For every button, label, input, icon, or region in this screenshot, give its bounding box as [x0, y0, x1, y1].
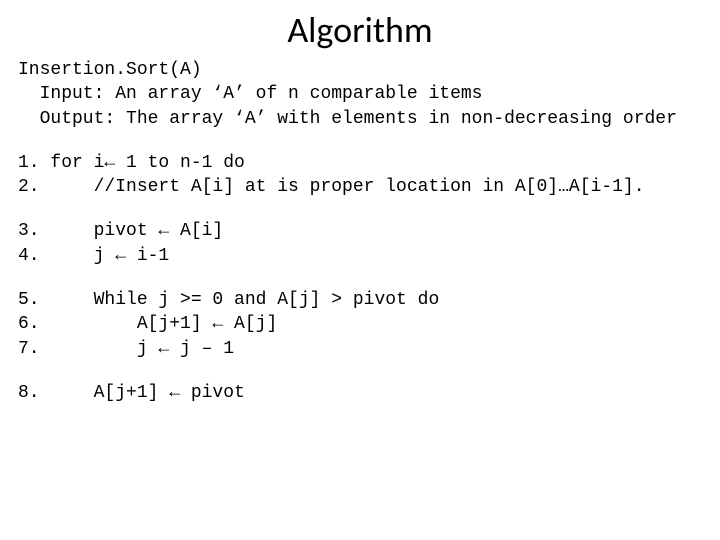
code-line: Output: The array ‘A’ with elements in n… — [18, 107, 702, 131]
step-group-3: 5. While j >= 0 and A[j] > pivot do 6. A… — [18, 288, 702, 361]
code-line: Insertion.Sort(A) — [18, 58, 702, 82]
algorithm-body: Insertion.Sort(A) Input: An array ‘A’ of… — [18, 58, 702, 405]
step-group-1: 1. for i← 1 to n-1 do 2. //Insert A[i] a… — [18, 151, 702, 200]
code-line: 8. A[j+1] ← pivot — [18, 381, 702, 405]
code-line: 2. //Insert A[i] at is proper location i… — [18, 175, 702, 199]
step-group-4: 8. A[j+1] ← pivot — [18, 381, 702, 405]
code-line: 1. for i← 1 to n-1 do — [18, 151, 702, 175]
header-block: Insertion.Sort(A) Input: An array ‘A’ of… — [18, 58, 702, 131]
code-line: 4. j ← i-1 — [18, 244, 702, 268]
code-line: 6. A[j+1] ← A[j] — [18, 312, 702, 336]
code-line: 5. While j >= 0 and A[j] > pivot do — [18, 288, 702, 312]
code-line: Input: An array ‘A’ of n comparable item… — [18, 82, 702, 106]
code-line: 7. j ← j – 1 — [18, 337, 702, 361]
step-group-2: 3. pivot ← A[i] 4. j ← i-1 — [18, 219, 702, 268]
slide: Algorithm Insertion.Sort(A) Input: An ar… — [0, 0, 720, 540]
code-line: 3. pivot ← A[i] — [18, 219, 702, 243]
page-title: Algorithm — [18, 8, 702, 52]
